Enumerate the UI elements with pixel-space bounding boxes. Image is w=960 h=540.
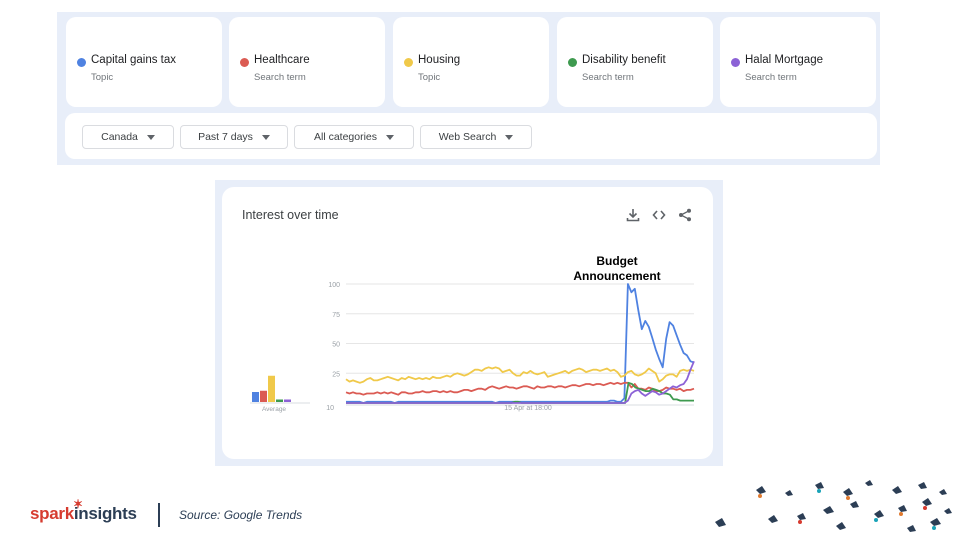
series-color-dot xyxy=(568,58,577,67)
term-name: Capital gains tax xyxy=(91,54,177,66)
search-terms-panel: Capital gains tax Topic Healthcare Searc… xyxy=(57,12,880,165)
x-tick-label: 15 Apr at 18:00 xyxy=(504,405,552,412)
term-name: Healthcare xyxy=(254,54,310,66)
y-tick-label-bottom: 10 xyxy=(326,405,334,412)
series-line xyxy=(345,366,695,384)
series-color-dot xyxy=(404,58,413,67)
category-dropdown[interactable]: All categories xyxy=(294,125,414,149)
y-tick-label: 25 xyxy=(332,371,340,378)
series-color-dot xyxy=(240,58,249,67)
term-type: Search term xyxy=(582,72,634,83)
term-name: Halal Mortgage xyxy=(745,54,823,66)
region-dropdown[interactable]: Canada xyxy=(82,125,174,149)
average-label: Average xyxy=(262,406,286,413)
time-range-label: Past 7 days xyxy=(198,131,253,143)
term-type: Topic xyxy=(91,72,114,83)
term-type: Search term xyxy=(254,72,306,83)
average-bar xyxy=(268,375,275,402)
average-bar xyxy=(276,399,283,402)
search-type-dropdown[interactable]: Web Search xyxy=(420,125,532,149)
series-line xyxy=(346,360,695,404)
dropdown-caret-icon xyxy=(386,134,395,140)
y-tick-label: 75 xyxy=(332,312,340,319)
filter-bar: Canada Past 7 days All categories Web Se… xyxy=(65,113,877,159)
search-type-label: Web Search xyxy=(438,131,497,143)
term-card-housing[interactable]: Housing Topic xyxy=(393,17,549,107)
average-bar xyxy=(252,392,259,402)
logo-star-icon: ✶ xyxy=(73,497,83,511)
term-type: Topic xyxy=(418,72,441,83)
interest-over-time-card: Interest over time Budget Announcement 1… xyxy=(222,187,713,459)
y-tick-label: 50 xyxy=(332,342,340,349)
dropdown-caret-icon xyxy=(505,134,514,140)
term-name: Housing xyxy=(418,54,461,66)
term-card-healthcare[interactable]: Healthcare Search term xyxy=(229,17,385,107)
category-label: All categories xyxy=(313,131,378,143)
y-tick-label: 100 xyxy=(328,282,340,289)
source-note: Source: Google Trends xyxy=(179,508,303,522)
series-color-dot xyxy=(731,58,740,67)
term-type: Search term xyxy=(745,72,797,83)
time-range-dropdown[interactable]: Past 7 days xyxy=(180,125,288,149)
average-bar xyxy=(284,399,291,402)
chart-frame: Interest over time Budget Announcement 1… xyxy=(215,180,723,466)
term-card-capital-gains-tax[interactable]: Capital gains tax Topic xyxy=(66,17,222,107)
interest-over-time-chart: 100 75 50 25 10 15 Apr at 18:00 Average xyxy=(250,282,695,413)
term-card-halal-mortgage[interactable]: Halal Mortgage Search term xyxy=(720,17,876,107)
footer-divider xyxy=(158,503,160,527)
region-label: Canada xyxy=(101,131,138,143)
dropdown-caret-icon xyxy=(146,134,155,140)
series-color-dot xyxy=(77,58,86,67)
dropdown-caret-icon xyxy=(261,134,270,140)
term-card-disability-benefit[interactable]: Disability benefit Search term xyxy=(557,17,713,107)
spark-insights-logo: sparkinsights ✶ xyxy=(30,497,137,523)
term-name: Disability benefit xyxy=(582,54,666,66)
average-bar xyxy=(260,390,267,402)
birds-decoration-icon xyxy=(715,480,952,532)
